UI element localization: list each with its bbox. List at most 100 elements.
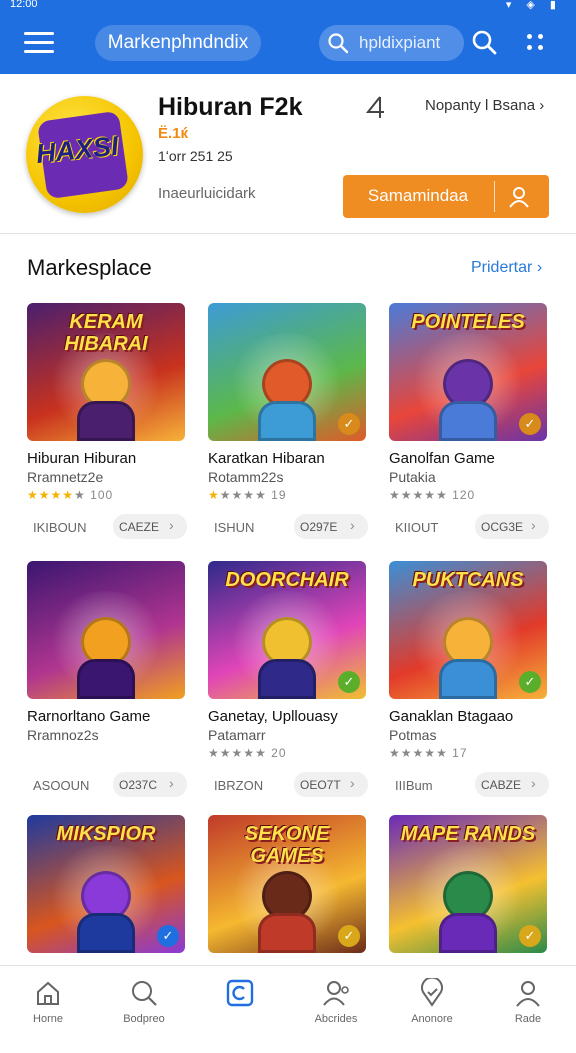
game-thumbnail[interactable]: KERAM HIBARAI (27, 303, 185, 441)
rating-stars: ★★★★★ 100 (27, 488, 113, 502)
badge-icon: ✓ (338, 413, 360, 435)
chevron-right-icon: › (350, 775, 355, 791)
star-icon: ★ (208, 488, 220, 502)
app-bar-title[interactable]: Markenphndndix (95, 25, 261, 61)
nav-item[interactable]: Bodpreo (96, 966, 192, 1025)
game-action-chip[interactable]: CAEZE › (113, 514, 187, 539)
star-icon: ★ (208, 746, 220, 760)
user-icon (516, 981, 540, 1007)
star-icon: ★ (62, 488, 75, 502)
chevron-right-icon: › (169, 775, 174, 791)
search-button[interactable] (470, 28, 498, 61)
star-icon: ★ (424, 488, 437, 502)
game-subtitle: Patamarr (208, 727, 266, 743)
game-subtitle: Rramnoz2s (27, 727, 99, 743)
app-rating: Ё.1ќ (158, 125, 189, 142)
game-thumbnail[interactable]: SEKONE GAMES ✓ (208, 815, 366, 953)
star-icon: ★ (255, 746, 267, 760)
rating-stars: ★★★★★ 17 (389, 746, 468, 760)
nav-item[interactable] (192, 966, 288, 1025)
game-thumbnail[interactable]: DOORCHAIR ✓ (208, 561, 366, 699)
game-thumbnail[interactable]: POINTELES ✓ (389, 303, 547, 441)
rating-count: 17 (452, 746, 468, 760)
install-button[interactable]: Samamindaa (343, 175, 549, 218)
game-banner: MAPE RANDS (400, 823, 536, 845)
home-icon (37, 981, 59, 1005)
game-banner: MIKSPIOR (56, 823, 156, 845)
chevron-right-icon: › (350, 517, 355, 533)
rating-count: 19 (271, 488, 287, 502)
character-body (77, 913, 135, 953)
badge-icon: ✓ (519, 925, 541, 947)
character-body (258, 659, 316, 699)
character-body (258, 401, 316, 441)
game-card[interactable]: PUKTCANS ✓ Ganaklan Btagaao Potmas ★★★★★ 17 I… (389, 561, 549, 799)
nav-item[interactable]: Horne (0, 966, 96, 1025)
badge-icon: ✓ (157, 925, 179, 947)
badge-icon: ✓ (338, 925, 360, 947)
game-title: Karatkan Hibaran (208, 450, 325, 467)
badge-icon: ✓ (519, 671, 541, 693)
game-thumbnail[interactable]: MAPE RANDS ✓ (389, 815, 547, 953)
chevron-right-icon: › (531, 517, 536, 533)
top-app-bar: 12:00 ▾ ◈ ▮ Markenphndndix (0, 0, 576, 74)
game-title: Ganaklan Btagaao (389, 708, 514, 725)
star-icon: ★ (231, 488, 244, 502)
chevron-right-icon: › (539, 97, 545, 114)
game-action-chip[interactable]: CABZE › (475, 772, 549, 797)
game-card[interactable]: POINTELES ✓ Ganolfan Game Putakia ★★★★★ 120 K… (389, 303, 549, 541)
game-thumbnail[interactable]: ✓ (208, 303, 366, 441)
search-icon (327, 32, 349, 59)
section-see-more-link[interactable]: Pridertar › (471, 259, 542, 277)
game-action-chip[interactable]: O237C › (113, 772, 187, 797)
chevron-right-icon: › (531, 775, 536, 791)
game-action-chip[interactable]: OCG3E › (475, 514, 549, 539)
star-icon: ★ (219, 488, 232, 502)
apps-icon (226, 979, 254, 1007)
game-subtitle: Rotamm22s (208, 469, 284, 485)
game-card[interactable]: ✓ Karatkan Hibaran Rotamm22s ★★★★★ 19 ISHUN O… (208, 303, 368, 541)
section-title: Markesplace (27, 255, 152, 280)
location-icon (421, 978, 443, 1007)
game-banner: POINTELES (411, 311, 525, 333)
game-banner: PUKTCANS (412, 569, 524, 591)
game-card[interactable]: KERAM HIBARAI Hiburan Hiburan Rramnetz2e ★★… (27, 303, 187, 541)
app-logo: HAXSI (26, 96, 143, 213)
badge-icon: ✓ (519, 413, 541, 435)
game-card[interactable]: DOORCHAIR ✓ Ganetay, Upllouasy Patamarr ★★★★… (208, 561, 368, 799)
nav-item[interactable]: Abcrides (288, 966, 384, 1025)
star-icon: ★ (50, 488, 63, 502)
star-icon: ★ (243, 746, 256, 760)
search-box[interactable] (319, 25, 464, 61)
nav-label: Rade (514, 1013, 542, 1025)
game-action-chip[interactable]: OEO7T › (294, 772, 368, 797)
menu-button[interactable] (22, 28, 56, 58)
character-body (77, 401, 135, 441)
game-title: Rarnorltano Game (27, 708, 151, 725)
game-thumbnail[interactable]: MIKSPIOR ✓ (27, 815, 185, 953)
star-icon: ★ (389, 488, 401, 502)
user-icon (507, 185, 531, 214)
nav-item[interactable]: Rade (480, 966, 576, 1025)
game-action-chip[interactable]: O297E › (294, 514, 368, 539)
star-icon: ★ (389, 746, 401, 760)
developer-link[interactable]: Nopanty l Bsana › (425, 97, 544, 114)
game-thumbnail[interactable] (27, 561, 185, 699)
search-input[interactable] (359, 31, 459, 55)
game-thumbnail[interactable]: PUKTCANS ✓ (389, 561, 547, 699)
game-meta: ISHUN (214, 520, 255, 535)
game-meta: IIIBum (395, 778, 433, 793)
nav-item[interactable]: Anonore (384, 966, 480, 1025)
star-icon: ★ (424, 746, 437, 760)
game-meta: IKIBOUN (33, 520, 87, 535)
character-body (258, 913, 316, 953)
game-card[interactable]: Rarnorltano Game Rramnoz2s ASOOUN O237C › (27, 561, 187, 799)
rating-count: 100 (90, 488, 114, 502)
more-options-button[interactable] (524, 30, 548, 56)
star-icon: ★ (243, 488, 256, 502)
nav-label: Horne (33, 1013, 63, 1025)
character-body (439, 401, 497, 441)
game-banner: DOORCHAIR (225, 569, 349, 591)
chevron-right-icon: › (169, 517, 174, 533)
share-icon[interactable] (364, 94, 390, 127)
